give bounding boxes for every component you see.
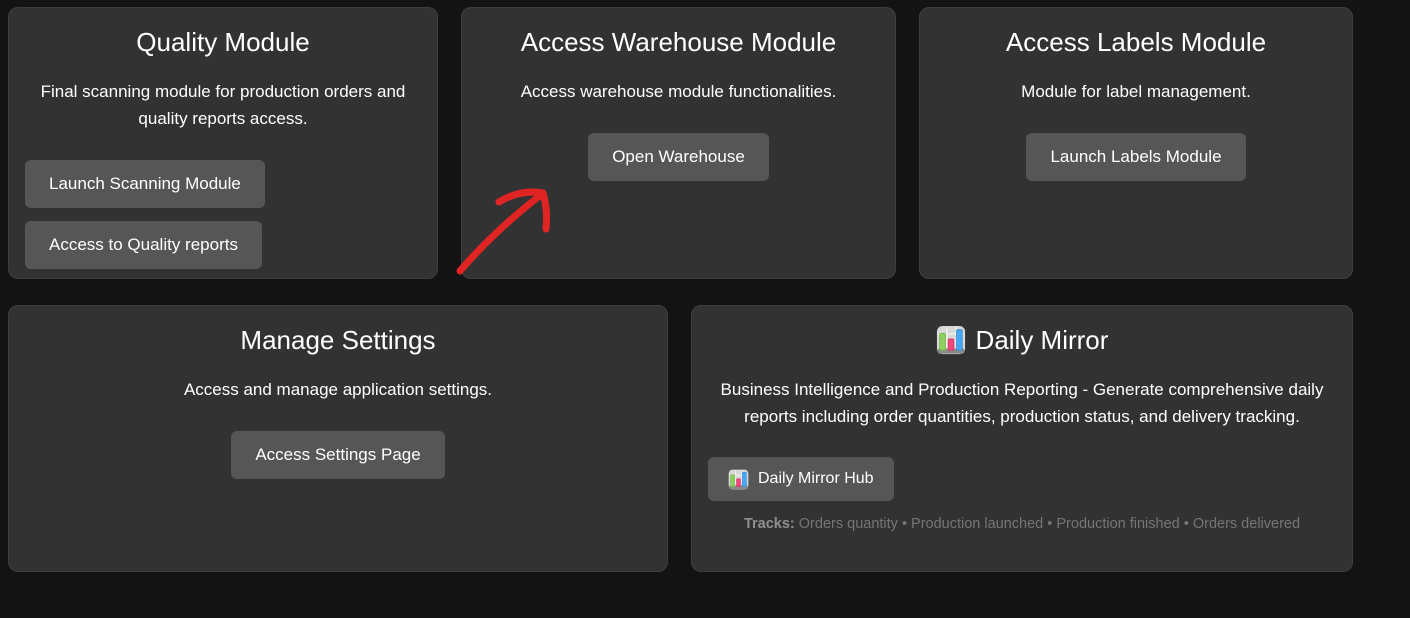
launch-labels-module-button[interactable]: Launch Labels Module xyxy=(1026,133,1245,181)
quality-module-card: Quality Module Final scanning module for… xyxy=(8,7,438,279)
warehouse-module-title: Access Warehouse Module xyxy=(478,27,879,57)
manage-settings-title: Manage Settings xyxy=(25,325,651,355)
daily-mirror-card: Daily Mirror Business Intelligence and P… xyxy=(691,305,1353,572)
quality-module-title: Quality Module xyxy=(25,27,421,57)
tracks-items: Orders quantity • Production launched • … xyxy=(799,516,1300,532)
labels-module-title: Access Labels Module xyxy=(936,27,1336,57)
bar-chart-icon xyxy=(936,325,966,355)
manage-settings-card: Manage Settings Access and manage applic… xyxy=(8,305,668,572)
access-quality-reports-button[interactable]: Access to Quality reports xyxy=(25,221,262,269)
tracks-label: Tracks: xyxy=(744,516,795,532)
bar-chart-icon xyxy=(728,469,749,490)
daily-mirror-hub-label: Daily Mirror Hub xyxy=(758,470,874,488)
open-warehouse-button[interactable]: Open Warehouse xyxy=(588,133,769,181)
daily-mirror-hub-button[interactable]: Daily Mirror Hub xyxy=(708,457,894,501)
warehouse-module-card: Access Warehouse Module Access warehouse… xyxy=(461,7,896,279)
quality-module-description: Final scanning module for production ord… xyxy=(25,78,421,132)
daily-mirror-tracks: Tracks: Orders quantity • Production lau… xyxy=(708,516,1336,532)
labels-module-description: Module for label management. xyxy=(936,78,1336,105)
access-settings-page-button[interactable]: Access Settings Page xyxy=(231,431,444,479)
launch-scanning-module-button[interactable]: Launch Scanning Module xyxy=(25,160,265,208)
warehouse-module-description: Access warehouse module functionalities. xyxy=(478,78,879,105)
manage-settings-description: Access and manage application settings. xyxy=(25,376,651,403)
labels-module-card: Access Labels Module Module for label ma… xyxy=(919,7,1353,279)
daily-mirror-title: Daily Mirror xyxy=(976,325,1109,355)
daily-mirror-description: Business Intelligence and Production Rep… xyxy=(708,376,1336,430)
